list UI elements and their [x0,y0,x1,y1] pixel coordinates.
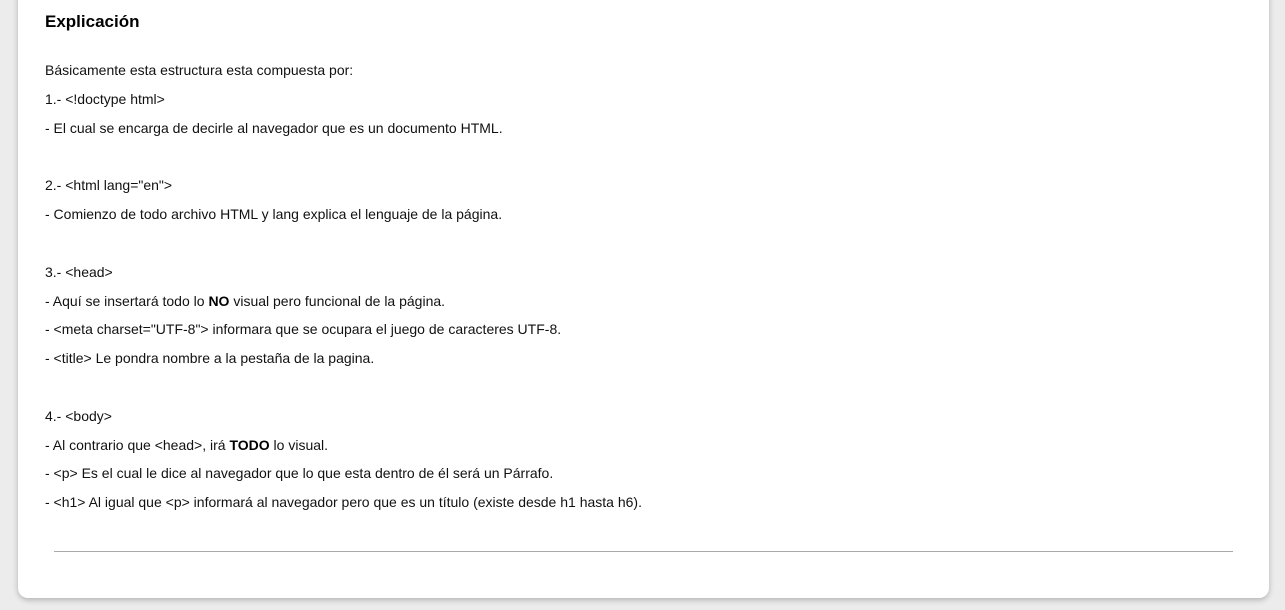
item4-description-2: - <p> Es el cual le dice al navegador qu… [45,465,554,481]
item4-heading: 4.- <body> [45,408,112,424]
intro-text: Básicamente esta estructura esta compues… [45,62,354,78]
section-divider [54,551,1233,552]
item4-desc1-post: lo visual. [269,437,329,453]
item3-desc1-pre: - Aquí se insertará todo lo [45,293,209,309]
item3-heading: 3.- <head> [45,264,113,280]
item3-description-1: - Aquí se insertará todo lo NO visual pe… [45,293,445,309]
item4-desc1-pre: - Al contrario que <head>, irá [45,437,230,453]
section-title: Explicación [45,12,140,31]
item2-description: - Comienzo de todo archivo HTML y lang e… [45,206,503,222]
item4-description-1: - Al contrario que <head>, irá TODO lo v… [45,437,328,453]
item3-description-2: - <meta charset="UTF-8"> informara que s… [45,321,562,337]
item3-desc1-post: visual pero funcional de la página. [229,293,446,309]
item2-heading: 2.- <html lang="en"> [45,177,173,193]
explanation-card: Explicación Básicamente esta estructura … [18,0,1269,598]
item3-desc1-emphasis: NO [208,293,230,309]
item1-heading: 1.- <!doctype html> [45,91,165,107]
item3-description-3: - <title> Le pondra nombre a la pestaña … [45,350,375,366]
item4-description-3: - <h1> Al igual que <p> informará al nav… [45,494,642,510]
item4-desc1-emphasis: TODO [229,437,270,453]
item1-description: - El cual se encarga de decirle al naveg… [45,120,503,136]
